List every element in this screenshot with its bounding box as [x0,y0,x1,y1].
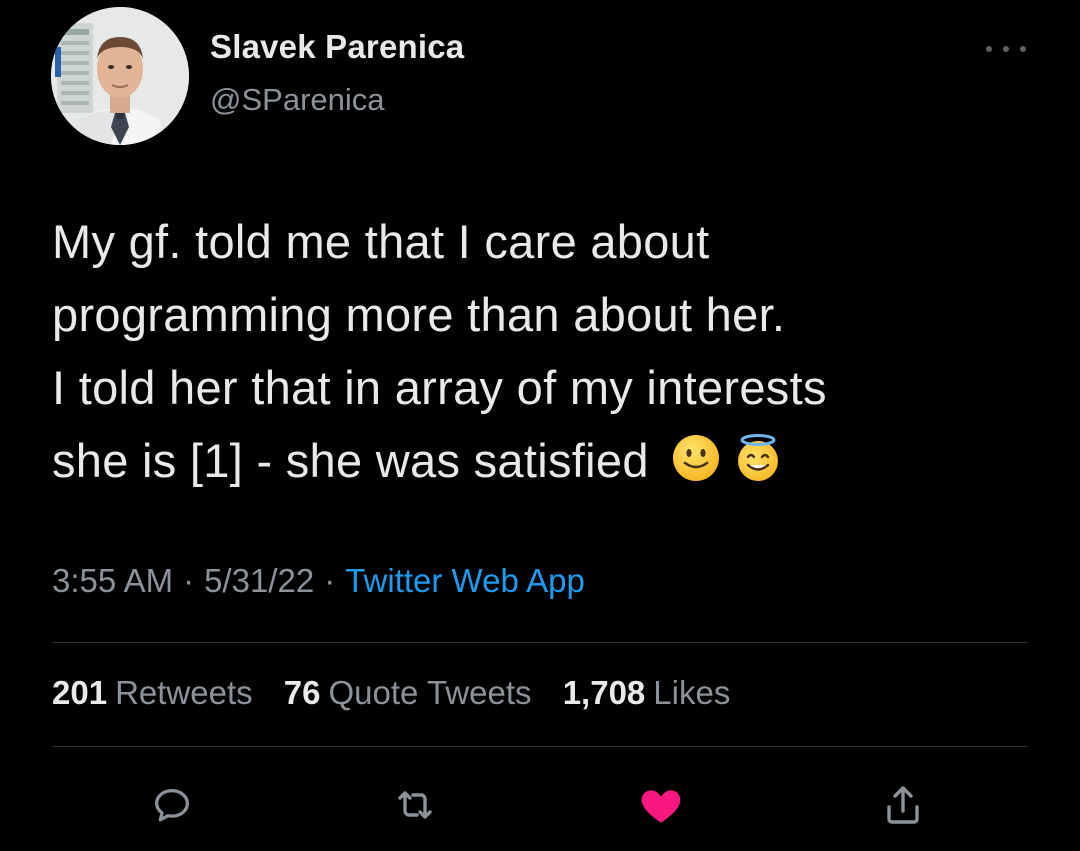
tweet-text-line: My gf. told me that I care about [52,215,710,268]
retweets-stat[interactable]: 201 Retweets [52,674,253,712]
quote-tweets-count: 76 [283,674,321,711]
heart-icon [641,790,681,823]
avatar[interactable] [51,7,189,145]
more-dot-icon [1020,46,1026,52]
likes-count: 1,708 [562,674,646,711]
likes-label: Likes [653,674,731,711]
tweet-card: Slavek Parenica @SParenica My gf. told m… [0,0,1080,851]
reply-icon [155,788,189,822]
retweets-label: Retweets [115,674,253,711]
divider [52,642,1028,643]
slightly-smiling-face-emoji [672,435,719,481]
retweet-button[interactable] [388,778,442,832]
reply-button[interactable] [145,778,199,832]
tweet-text: My gf. told me that I care about program… [52,205,1042,497]
tweet-date[interactable]: 5/31/22 [204,562,314,599]
share-button[interactable] [876,778,930,832]
tweet-meta: 3:55 AM · 5/31/22 · Twitter Web App [52,562,585,600]
likes-stat[interactable]: 1,708 Likes [563,674,731,712]
tweet-source-link[interactable]: Twitter Web App [345,562,585,599]
smiling-face-with-halo-emoji [737,434,778,481]
like-button[interactable] [634,778,688,832]
more-dot-icon [986,46,992,52]
tweet-text-line: she is [1] - she was satisfied [52,434,649,487]
tweet-stats: 201 Retweets 76 Quote Tweets 1,708 Likes [52,674,752,712]
avatar-photo [51,7,189,145]
tweet-text-line: programming more than about her. [52,288,786,341]
tweet-text-line: I told her that in array of my interests [52,361,827,414]
quote-tweets-label: Quote Tweets [328,674,532,711]
more-dot-icon [1003,46,1009,52]
retweet-icon [398,791,432,819]
meta-separator: · [324,562,336,599]
tweet-time[interactable]: 3:55 AM [52,562,173,599]
retweets-count: 201 [52,674,108,711]
more-options-button[interactable] [986,34,1026,64]
author-display-name[interactable]: Slavek Parenica [210,28,464,66]
share-icon [887,786,919,824]
meta-separator: · [183,562,195,599]
author-handle[interactable]: @SParenica [210,82,385,118]
quote-tweets-stat[interactable]: 76 Quote Tweets [284,674,532,712]
divider [52,746,1028,747]
tweet-text-line-last: she is [1] - she was satisfied [52,424,1042,497]
